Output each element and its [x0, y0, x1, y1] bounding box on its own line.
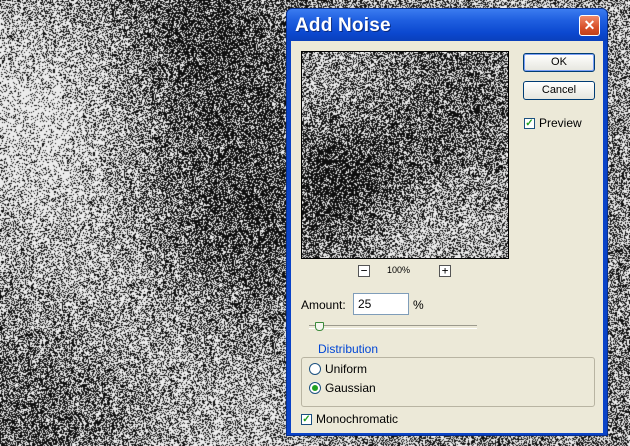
checkmark-icon: ✓: [525, 118, 534, 129]
gaussian-radio[interactable]: [309, 382, 321, 394]
dialog-body: − 100% + OK Cancel ✓ Preview Amount: % D…: [291, 41, 603, 433]
gaussian-label: Gaussian: [325, 381, 376, 395]
uniform-label: Uniform: [325, 362, 368, 376]
preview-checkbox[interactable]: ✓: [524, 118, 535, 129]
amount-slider-track[interactable]: [309, 325, 477, 329]
checkmark-icon: ✓: [302, 414, 311, 425]
preview-image: [302, 52, 508, 258]
preview-label: Preview: [539, 116, 582, 130]
amount-unit: %: [413, 298, 424, 312]
title-bar[interactable]: Add Noise ✕: [287, 9, 607, 41]
monochromatic-label: Monochromatic: [316, 412, 399, 426]
zoom-out-button[interactable]: −: [358, 265, 370, 277]
add-noise-dialog: Add Noise ✕ − 100% + OK Cancel ✓ Preview…: [286, 8, 608, 436]
radio-selected-dot: [312, 385, 318, 391]
close-icon[interactable]: ✕: [579, 15, 600, 36]
preview-window[interactable]: [301, 51, 509, 259]
dialog-title: Add Noise: [295, 15, 391, 36]
amount-slider-thumb[interactable]: [315, 322, 325, 331]
distribution-title: Distribution: [315, 342, 382, 356]
zoom-level: 100%: [387, 265, 411, 275]
zoom-in-button[interactable]: +: [439, 265, 451, 277]
monochromatic-checkbox[interactable]: ✓: [301, 414, 312, 425]
uniform-radio[interactable]: [309, 363, 321, 375]
amount-label: Amount:: [301, 298, 346, 312]
amount-input[interactable]: [353, 293, 409, 315]
ok-button[interactable]: OK: [523, 53, 595, 72]
cancel-button[interactable]: Cancel: [523, 81, 595, 100]
